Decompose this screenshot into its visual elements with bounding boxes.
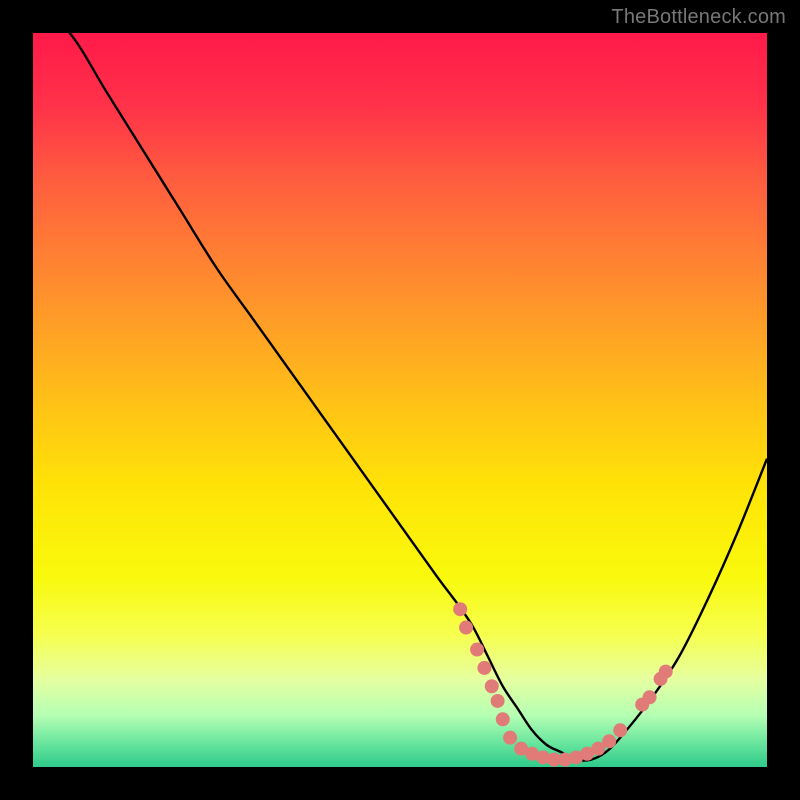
data-marker xyxy=(459,621,473,635)
data-marker xyxy=(496,712,510,726)
data-marker xyxy=(503,731,517,745)
data-marker xyxy=(491,694,505,708)
bottleneck-chart xyxy=(33,33,767,767)
data-marker xyxy=(485,679,499,693)
data-marker xyxy=(470,643,484,657)
data-marker xyxy=(643,690,657,704)
gradient-background xyxy=(33,33,767,767)
data-marker xyxy=(659,665,673,679)
attribution-text: TheBottleneck.com xyxy=(611,6,786,29)
data-marker xyxy=(453,602,467,616)
data-marker xyxy=(477,661,491,675)
data-marker xyxy=(602,734,616,748)
plot-area xyxy=(33,33,767,767)
chart-frame: TheBottleneck.com xyxy=(0,0,800,800)
data-marker xyxy=(613,723,627,737)
